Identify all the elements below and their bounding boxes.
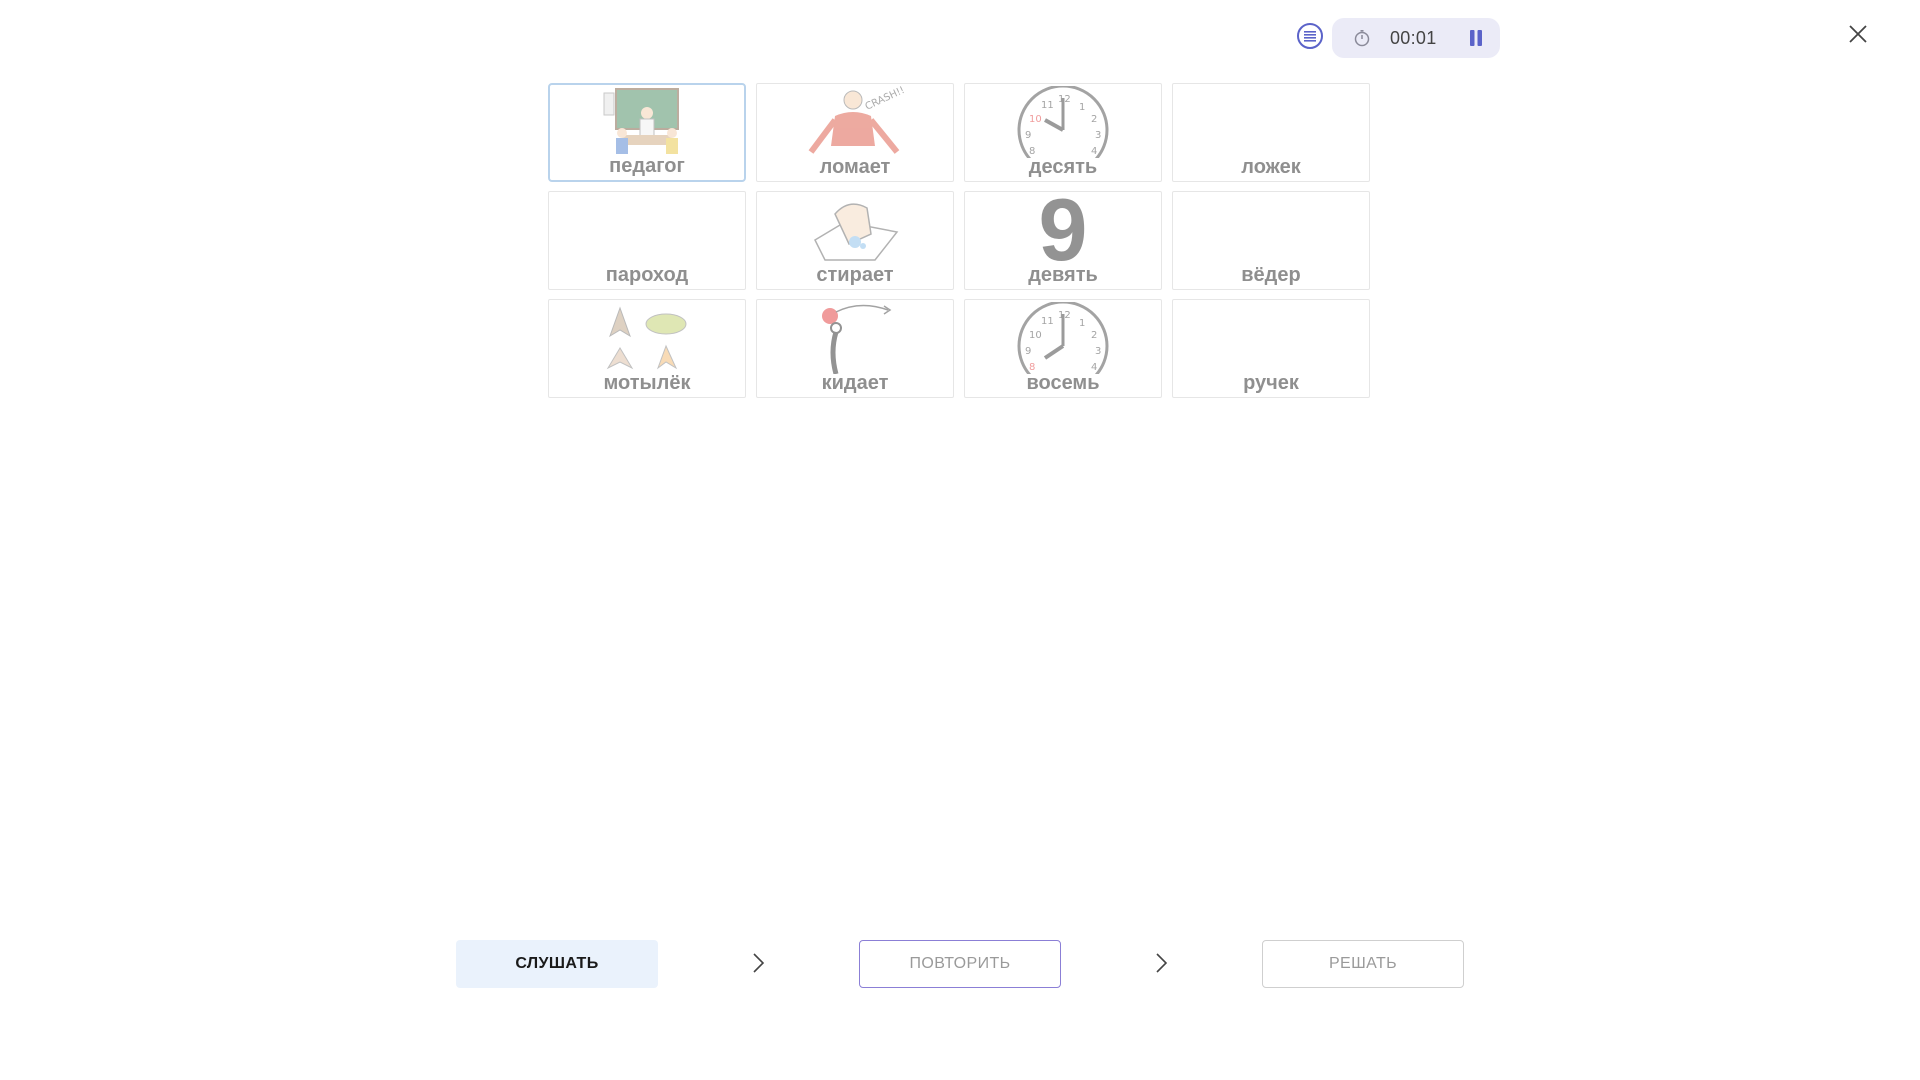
- list-icon: [1304, 31, 1316, 42]
- repeat-button[interactable]: ПОВТОРИТЬ: [859, 940, 1061, 988]
- card-word: ложек: [1241, 156, 1301, 178]
- clock-eight-picture: 12 1 2 3 4 11 10 9 8: [965, 302, 1161, 374]
- word-card[interactable]: кидает: [756, 299, 954, 398]
- throwing-figure-picture: [757, 302, 953, 374]
- svg-text:2: 2: [1091, 114, 1097, 125]
- word-card[interactable]: стирает: [756, 191, 954, 290]
- card-word: мотылёк: [603, 372, 691, 394]
- svg-text:1: 1: [1079, 318, 1085, 329]
- close-icon: [1849, 25, 1867, 43]
- word-card[interactable]: пароход: [548, 191, 746, 290]
- card-word: педагог: [609, 155, 685, 177]
- card-word: десять: [1028, 156, 1098, 178]
- pause-button[interactable]: [1466, 28, 1486, 48]
- word-grid: педагог CRASH!! ломает 12 1 2 3 4 11: [548, 83, 1370, 398]
- word-card[interactable]: 12 1 2 3 4 11 10 9 8 десять: [964, 83, 1162, 182]
- card-word: пароход: [605, 264, 689, 286]
- close-button[interactable]: [1846, 22, 1870, 46]
- word-card[interactable]: вёдер: [1172, 191, 1370, 290]
- svg-text:3: 3: [1095, 346, 1101, 357]
- stopwatch-icon: [1352, 28, 1372, 48]
- listen-button[interactable]: СЛУШАТЬ: [456, 940, 658, 988]
- card-word: кидает: [821, 372, 889, 394]
- svg-text:10: 10: [1029, 114, 1042, 125]
- timer-panel: 00:01: [1332, 18, 1500, 58]
- svg-text:11: 11: [1041, 316, 1054, 327]
- clock-ten-picture: 12 1 2 3 4 11 10 9 8: [965, 86, 1161, 158]
- svg-text:10: 10: [1029, 330, 1042, 341]
- chevron-right-icon: [1156, 953, 1168, 973]
- svg-text:9: 9: [1025, 346, 1031, 357]
- digit-nine-picture: 9: [965, 191, 1161, 279]
- card-word: стирает: [816, 264, 894, 286]
- digit-nine: 9: [1038, 191, 1088, 279]
- card-word: восемь: [1026, 372, 1100, 394]
- hand-washing-picture: [757, 194, 953, 266]
- breaking-person-picture: CRASH!!: [757, 86, 953, 158]
- word-card[interactable]: ложек: [1172, 83, 1370, 182]
- word-card[interactable]: 12 1 2 3 4 11 10 9 8 восемь: [964, 299, 1162, 398]
- word-card[interactable]: ручек: [1172, 299, 1370, 398]
- teacher-classroom-picture: [550, 87, 744, 159]
- pause-icon: [1470, 30, 1482, 46]
- card-word: вёдер: [1241, 264, 1301, 286]
- card-word: ручек: [1243, 372, 1299, 394]
- word-card[interactable]: мотылёк: [548, 299, 746, 398]
- word-card[interactable]: 9 девять: [964, 191, 1162, 290]
- svg-text:1: 1: [1079, 102, 1085, 113]
- moths-picture: [549, 302, 745, 374]
- chevron-right-icon: [753, 953, 765, 973]
- svg-text:11: 11: [1041, 100, 1054, 111]
- svg-text:2: 2: [1091, 330, 1097, 341]
- solve-button[interactable]: РЕШАТЬ: [1262, 940, 1464, 988]
- list-menu-button[interactable]: [1297, 23, 1323, 49]
- word-card[interactable]: педагог: [548, 83, 746, 182]
- svg-text:9: 9: [1025, 130, 1031, 141]
- svg-text:3: 3: [1095, 130, 1101, 141]
- timer-value: 00:01: [1390, 27, 1437, 48]
- card-word: ломает: [819, 156, 891, 178]
- card-word: девять: [1028, 264, 1098, 286]
- svg-text:CRASH!!: CRASH!!: [864, 86, 905, 113]
- word-card[interactable]: CRASH!! ломает: [756, 83, 954, 182]
